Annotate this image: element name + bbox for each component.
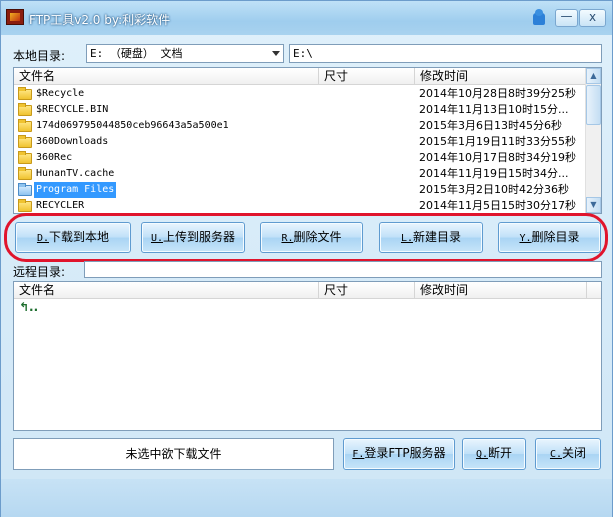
upload-hotkey: U. <box>150 233 164 244</box>
remote-path-input[interactable] <box>84 261 602 278</box>
file-row[interactable]: 360Downloads 2015年1月19日11时33分55秒 <box>14 134 601 150</box>
folder-icon <box>18 103 32 116</box>
file-row[interactable]: $Recycle 2014年10月28日8时39分25秒 <box>14 86 601 102</box>
upload-button[interactable]: U.上传到服务器 <box>141 222 245 253</box>
app-logo-icon <box>6 9 24 25</box>
drive-select-value: E: （硬盘） 文档 <box>90 47 183 60</box>
minimize-button[interactable]: — <box>555 9 578 27</box>
upload-label: 上传到服务器 <box>163 230 236 244</box>
col-header-filler <box>587 282 601 299</box>
file-time: 2015年3月2日10时42分36秒 <box>419 183 569 196</box>
folder-icon <box>18 183 32 196</box>
file-name: Program Files <box>34 182 117 198</box>
folder-icon <box>18 135 32 148</box>
login-label: 登录FTP服务器 <box>364 446 446 460</box>
local-list-header: 文件名 尺寸 修改时间 <box>14 68 601 85</box>
folder-icon <box>18 167 32 180</box>
new-dir-button[interactable]: L.新建目录 <box>379 222 483 253</box>
local-path-input[interactable]: E:\ <box>289 44 602 63</box>
delete-dir-label: 删除目录 <box>531 230 580 244</box>
remote-file-list[interactable]: 文件名 尺寸 修改时间 ↰.. <box>13 281 602 431</box>
file-row-selected[interactable]: Program Files 2015年3月2日10时42分36秒 <box>14 182 601 198</box>
login-ftp-button[interactable]: F.登录FTP服务器 <box>343 438 455 470</box>
file-row[interactable]: RECYCLER 2014年11月5日15时30分17秒 <box>14 198 601 213</box>
file-row[interactable]: 174d069795044850ceb96643a5a500e1 2015年3月… <box>14 118 601 134</box>
file-time: 2015年1月19日11时33分55秒 <box>419 135 576 148</box>
remote-dir-label: 远程目录: <box>13 265 66 279</box>
delete-dir-button[interactable]: Y.删除目录 <box>498 222 601 253</box>
ftp-tool-window: FTP工具v2.0 by:利彩软件 — x 本地目录: E: （硬盘） 文档 E… <box>0 0 613 517</box>
scroll-thumb[interactable] <box>586 85 601 125</box>
download-button[interactable]: D.下载到本地 <box>15 222 131 253</box>
file-time: 2015年3月6日13时45分6秒 <box>419 119 562 132</box>
folder-icon <box>18 87 32 100</box>
scroll-up-icon[interactable]: ▲ <box>586 68 601 84</box>
file-name: 360Downloads <box>36 136 109 147</box>
col-header-size[interactable]: 尺寸 <box>319 282 415 299</box>
file-time: 2014年10月17日8时34分19秒 <box>419 151 576 164</box>
download-label: 下载到本地 <box>49 230 110 244</box>
file-time: 2014年11月13日10时15分... <box>419 103 569 116</box>
disconnect-label: 断开 <box>488 446 513 460</box>
folder-icon <box>18 119 32 132</box>
close-window-button[interactable]: x <box>579 9 606 27</box>
col-header-time[interactable]: 修改时间 <box>415 282 587 299</box>
col-header-size[interactable]: 尺寸 <box>319 68 415 85</box>
new-dir-hotkey: L. <box>400 233 414 244</box>
local-file-list[interactable]: 文件名 尺寸 修改时间 $Recycle 2014年10月28日8时39分25秒… <box>13 67 602 214</box>
folder-icon <box>18 151 32 164</box>
file-name: 360Rec <box>36 152 73 163</box>
login-hotkey: F. <box>352 449 365 460</box>
disconnect-hotkey: Q. <box>475 449 489 460</box>
col-header-name[interactable]: 文件名 <box>14 282 319 299</box>
close-hotkey: C. <box>549 449 563 460</box>
file-name: $RECYCLE.BIN <box>36 104 109 115</box>
file-row[interactable]: $RECYCLE.BIN 2014年11月13日10时15分... <box>14 102 601 118</box>
close-button[interactable]: C.关闭 <box>535 438 601 470</box>
folder-icon <box>18 199 32 212</box>
skin-icon[interactable] <box>530 7 548 27</box>
file-name: $Recycle <box>36 88 85 99</box>
file-row[interactable]: HunanTV.cache 2014年11月19日15时34分... <box>14 166 601 182</box>
chevron-down-icon[interactable] <box>272 51 280 56</box>
delete-file-hotkey: R. <box>281 233 294 244</box>
drive-select[interactable]: E: （硬盘） 文档 <box>86 44 284 63</box>
bottom-strip <box>1 479 612 517</box>
window-title: FTP工具v2.0 by:利彩软件 <box>29 13 171 27</box>
status-text: 未选中欲下载文件 <box>13 438 334 470</box>
file-name: 174d069795044850ceb96643a5a500e1 <box>36 120 229 131</box>
delete-file-label: 删除文件 <box>293 230 342 244</box>
remote-list-header: 文件名 尺寸 修改时间 <box>14 282 601 299</box>
file-time: 2014年11月5日15时30分17秒 <box>419 199 576 212</box>
local-list-scrollbar[interactable]: ▲ ▼ <box>585 68 601 213</box>
download-hotkey: D. <box>36 233 50 244</box>
close-label: 关闭 <box>562 446 587 460</box>
delete-file-button[interactable]: R.删除文件 <box>260 222 363 253</box>
delete-dir-hotkey: Y. <box>519 233 532 244</box>
title-bar: FTP工具v2.0 by:利彩软件 — x <box>1 1 612 35</box>
local-dir-label: 本地目录: <box>13 49 66 63</box>
file-time: 2014年11月19日15时34分... <box>419 167 569 180</box>
parent-dir-icon[interactable]: ↰.. <box>19 301 38 313</box>
new-dir-label: 新建目录 <box>413 230 462 244</box>
disconnect-button[interactable]: Q.断开 <box>462 438 526 470</box>
col-header-name[interactable]: 文件名 <box>14 68 319 85</box>
col-header-time[interactable]: 修改时间 <box>415 68 587 85</box>
scroll-down-icon[interactable]: ▼ <box>586 197 601 213</box>
file-row[interactable]: 360Rec 2014年10月17日8时34分19秒 <box>14 150 601 166</box>
file-name: HunanTV.cache <box>36 168 115 179</box>
file-name: RECYCLER <box>36 200 85 211</box>
file-time: 2014年10月28日8时39分25秒 <box>419 87 576 100</box>
